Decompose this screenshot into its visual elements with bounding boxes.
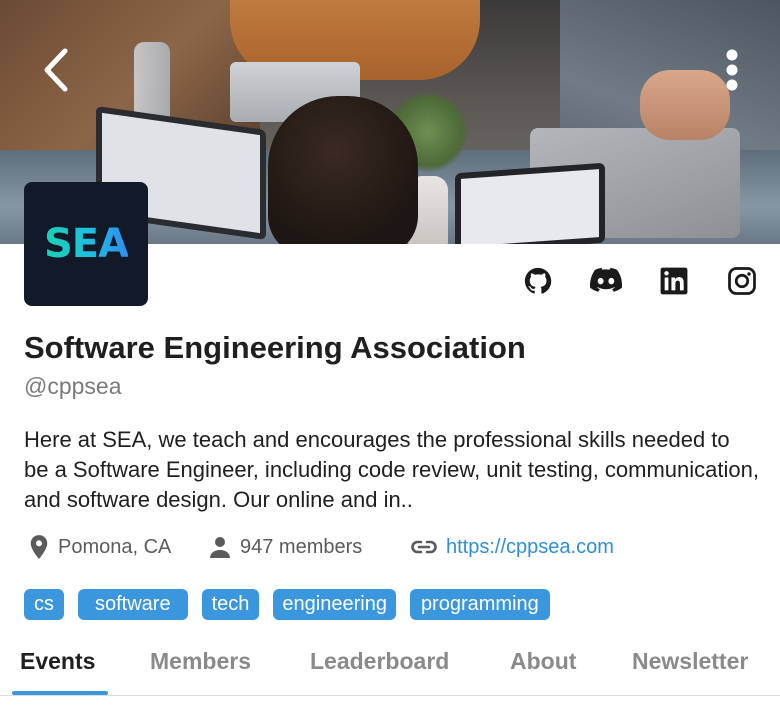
member-count: 947 members xyxy=(208,532,362,562)
location-pin-icon xyxy=(30,535,48,559)
github-icon xyxy=(524,267,552,294)
tag-chip[interactable]: tech xyxy=(201,589,260,620)
tab-about[interactable]: About xyxy=(510,648,576,675)
discord-link[interactable] xyxy=(588,263,624,299)
discord-icon xyxy=(590,267,622,292)
more-options-button[interactable] xyxy=(716,44,748,96)
website-link[interactable]: https://cppsea.com xyxy=(446,536,614,559)
organization-logo: SEA xyxy=(24,182,148,306)
location: Pomona, CA xyxy=(28,532,171,562)
person-icon xyxy=(210,537,230,558)
link-icon xyxy=(411,540,437,554)
member-count-text: 947 members xyxy=(240,535,363,558)
logo-text: SEA xyxy=(43,221,129,267)
website[interactable]: https://cppsea.com xyxy=(410,532,614,562)
organization-name: Software Engineering Association xyxy=(24,330,526,365)
instagram-icon xyxy=(728,267,756,295)
organization-description: Here at SEA, we teach and encourages the… xyxy=(24,427,759,512)
instagram-link[interactable] xyxy=(724,263,760,299)
chevron-left-icon xyxy=(44,48,68,92)
tab-newsletter[interactable]: Newsletter xyxy=(632,648,748,675)
tag-chip[interactable]: software xyxy=(78,589,188,620)
location-text: Pomona, CA xyxy=(58,535,172,558)
linkedin-link[interactable] xyxy=(656,263,692,299)
github-link[interactable] xyxy=(520,263,556,299)
back-button[interactable] xyxy=(34,44,78,96)
linkedin-icon xyxy=(660,267,688,295)
tag-chip[interactable]: cs xyxy=(24,589,64,620)
organization-meta: Pomona, CA 947 members https://cppsea.co… xyxy=(24,532,764,562)
tag-chip[interactable]: programming xyxy=(409,589,550,620)
tab-events[interactable]: Events xyxy=(20,648,95,675)
tab-leaderboard[interactable]: Leaderboard xyxy=(310,648,449,675)
tag-list: cs software tech engineering programming xyxy=(24,589,564,620)
tab-members[interactable]: Members xyxy=(150,648,251,675)
active-tab-indicator xyxy=(12,691,108,695)
tab-bar: Events Members Leaderboard About Newslet… xyxy=(0,640,780,696)
more-vertical-icon xyxy=(726,49,738,91)
tag-chip[interactable]: engineering xyxy=(273,589,396,620)
organization-handle: @cppsea xyxy=(24,373,122,399)
